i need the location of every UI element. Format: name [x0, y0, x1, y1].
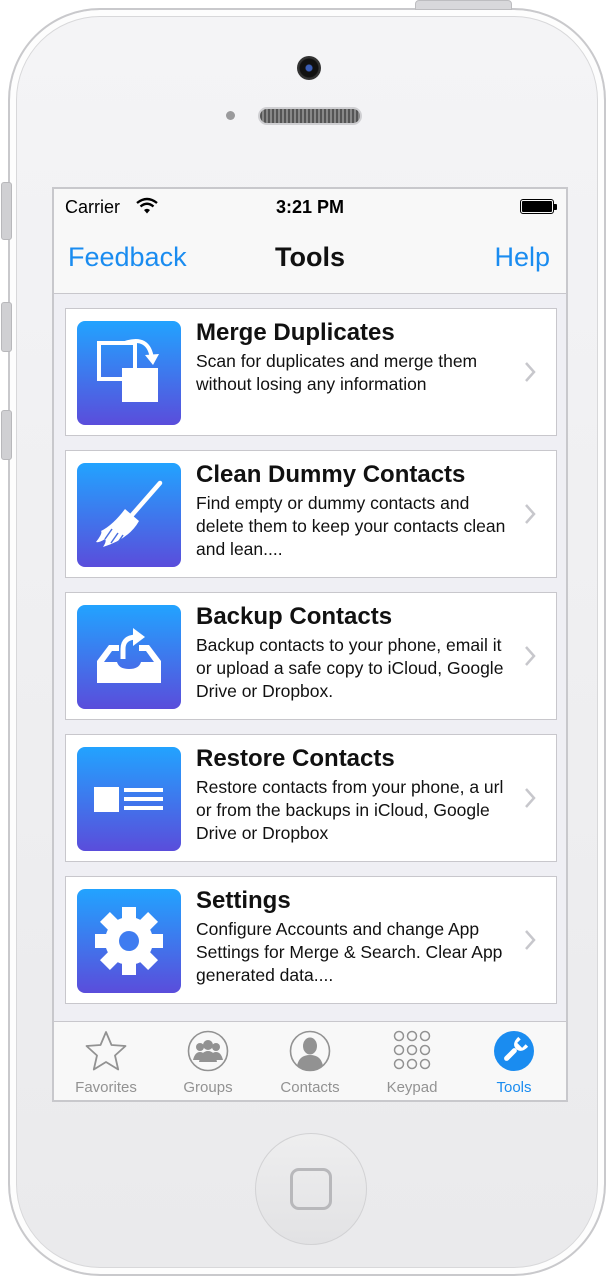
tool-title: Merge Duplicates — [196, 319, 395, 346]
tool-backup-contacts[interactable]: Backup Contacts Backup contacts to your … — [65, 592, 557, 720]
tool-clean-dummy-contacts[interactable]: Clean Dummy Contacts Find empty or dummy… — [65, 450, 557, 578]
tab-label: Favorites — [75, 1079, 137, 1096]
tool-title: Clean Dummy Contacts — [196, 461, 466, 488]
chevron-right-icon — [525, 646, 536, 666]
mute-switch — [1, 182, 12, 240]
help-button[interactable]: Help — [494, 242, 550, 273]
tab-favorites[interactable]: Favorites — [55, 1022, 157, 1100]
tool-description: Backup contacts to your phone, email it … — [196, 635, 504, 701]
battery-icon — [520, 199, 557, 214]
tools-list: Merge Duplicates Scan for duplicates and… — [65, 308, 557, 1018]
tab-contacts[interactable]: Contacts — [259, 1022, 361, 1100]
wrench-icon — [494, 1031, 534, 1071]
tool-description: Configure Accounts and change App Settin… — [196, 919, 503, 985]
tool-restore-contacts[interactable]: Restore Contacts Restore contacts from y… — [65, 734, 557, 862]
status-bar: Carrier 3:21 PM — [54, 189, 566, 225]
tool-merge-duplicates[interactable]: Merge Duplicates Scan for duplicates and… — [65, 308, 557, 436]
home-button-square-icon — [290, 1168, 332, 1210]
groups-icon — [187, 1030, 229, 1072]
tool-settings[interactable]: Settings Configure Accounts and change A… — [65, 876, 557, 1004]
volume-up-button — [1, 302, 12, 352]
proximity-sensor — [226, 111, 235, 120]
front-camera — [297, 56, 321, 80]
tab-label: Tools — [496, 1079, 532, 1096]
home-button[interactable] — [255, 1133, 367, 1245]
status-time: 3:21 PM — [275, 197, 345, 217]
navigation-bar: Feedback Tools Help — [54, 225, 566, 294]
tab-tools[interactable]: Tools — [463, 1022, 565, 1100]
tool-description: Scan for duplicates and merge them witho… — [196, 351, 478, 394]
merge-icon — [77, 321, 181, 425]
broom-icon — [77, 463, 181, 567]
tab-label: Contacts — [280, 1079, 340, 1096]
star-icon — [85, 1031, 127, 1071]
app-screen: Carrier 3:21 PM Feedback Tools Help Merg… — [52, 187, 568, 1102]
backup-tray-icon — [77, 605, 181, 709]
chevron-right-icon — [525, 930, 536, 950]
tab-label: Groups — [183, 1079, 233, 1096]
tool-title: Backup Contacts — [196, 603, 393, 630]
chevron-right-icon — [525, 362, 536, 382]
tab-groups[interactable]: Groups — [157, 1022, 259, 1100]
chevron-right-icon — [525, 788, 536, 808]
earpiece-speaker — [258, 107, 362, 125]
tab-bar: Favorites Groups Contacts Keypad Tools — [54, 1021, 566, 1100]
volume-down-button — [1, 410, 12, 460]
gear-icon — [77, 889, 181, 993]
tab-label: Keypad — [386, 1079, 438, 1096]
tool-description: Find empty or dummy contacts and delete … — [196, 493, 506, 559]
tab-keypad[interactable]: Keypad — [361, 1022, 463, 1100]
power-button — [415, 0, 512, 10]
keypad-icon — [393, 1030, 431, 1070]
contacts-icon — [289, 1030, 331, 1072]
contact-card-icon — [77, 747, 181, 851]
tool-title: Restore Contacts — [196, 745, 395, 772]
tool-title: Settings — [196, 887, 291, 914]
chevron-right-icon — [525, 504, 536, 524]
feedback-button[interactable]: Feedback — [68, 242, 187, 273]
tool-description: Restore contacts from your phone, a url … — [196, 777, 504, 843]
